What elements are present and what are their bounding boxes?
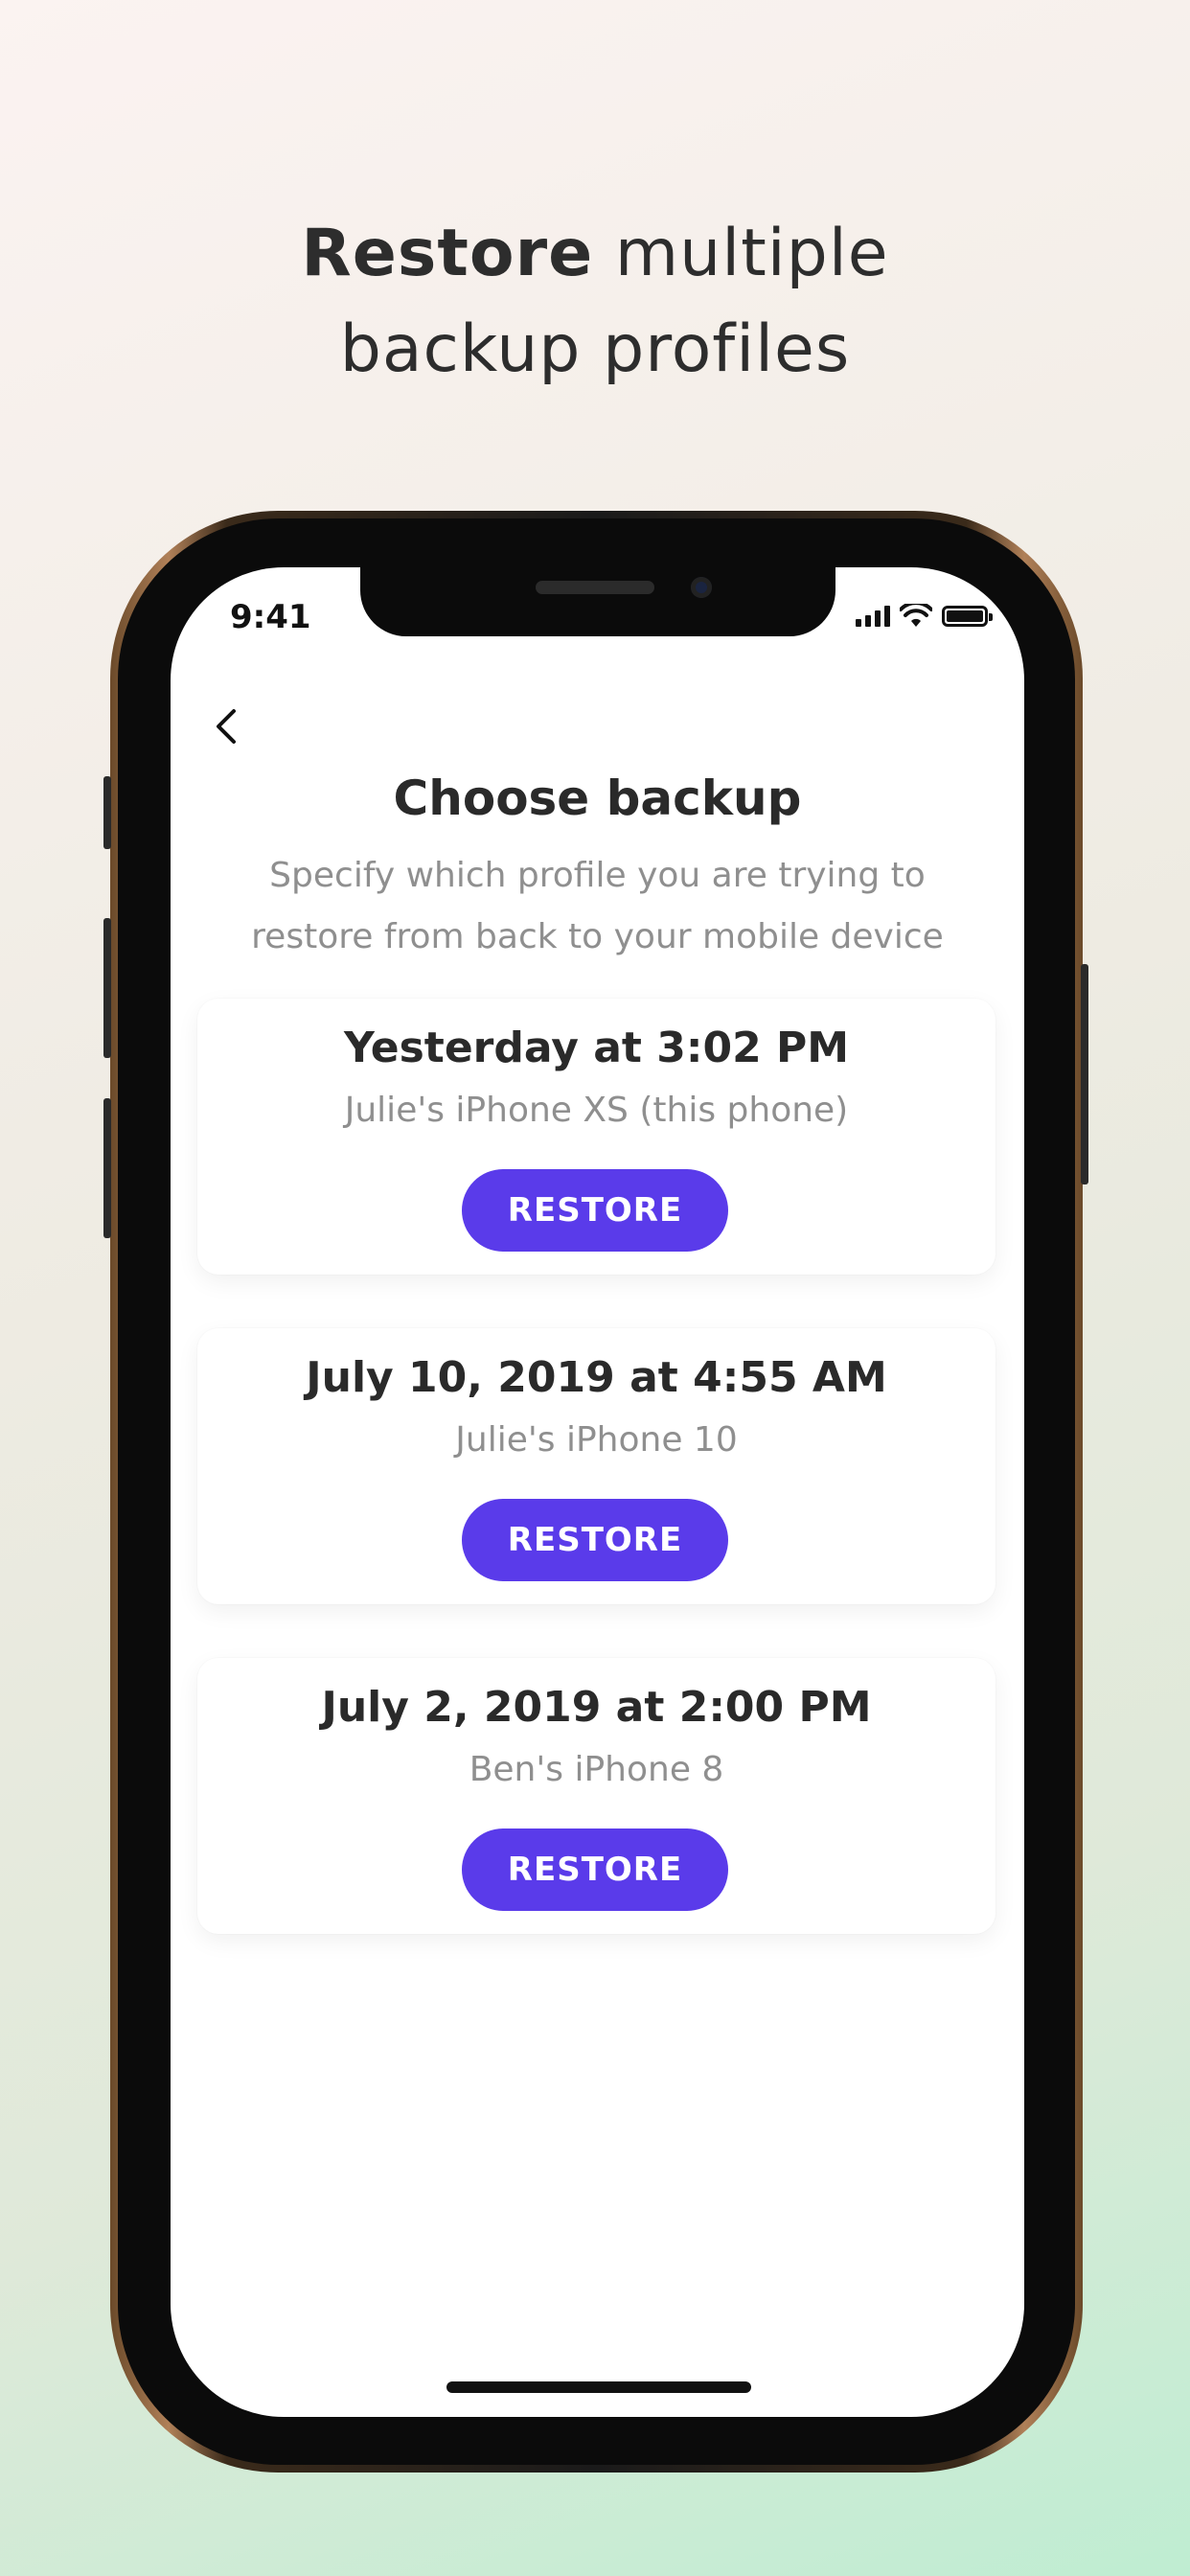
restore-button[interactable]: RESTORE (462, 1169, 728, 1252)
headline-bold: Restore (301, 216, 594, 291)
page-subtitle: Specify which profile you are trying to … (251, 856, 944, 956)
marketing-headline: Restore multiple backup profiles (0, 206, 1190, 398)
backup-card: Yesterday at 3:02 PM Julie's iPhone XS (… (197, 999, 995, 1275)
cellular-signal-icon (856, 606, 890, 627)
phone-screen: 9:41 Choose backup Specify which profile… (171, 567, 1024, 2417)
backup-device: Julie's iPhone XS (this phone) (344, 1091, 849, 1130)
home-indicator[interactable] (446, 2381, 751, 2393)
silent-switch (103, 776, 111, 849)
battery-icon (942, 606, 993, 627)
backup-date: July 2, 2019 at 2:00 PM (321, 1683, 872, 1732)
volume-up-button (103, 918, 111, 1058)
page-title: Choose backup (393, 770, 802, 826)
power-button (1081, 964, 1088, 1184)
backup-date: Yesterday at 3:02 PM (343, 1024, 850, 1072)
backup-device: Ben's iPhone 8 (469, 1750, 724, 1789)
restore-button[interactable]: RESTORE (462, 1499, 728, 1581)
restore-button[interactable]: RESTORE (462, 1828, 728, 1911)
status-time: 9:41 (230, 598, 311, 636)
notch (360, 567, 835, 636)
chevron-left-icon[interactable] (199, 698, 257, 755)
volume-down-button (103, 1098, 111, 1238)
headline-line2: backup profiles (339, 311, 851, 387)
backup-date: July 10, 2019 at 4:55 AM (306, 1353, 887, 1402)
wifi-icon (900, 604, 932, 627)
backup-card: July 2, 2019 at 2:00 PM Ben's iPhone 8 R… (197, 1658, 995, 1934)
speaker-grille (536, 581, 654, 594)
status-icons (856, 604, 993, 629)
backup-device: Julie's iPhone 10 (455, 1420, 738, 1460)
front-camera (691, 577, 712, 598)
backup-card: July 10, 2019 at 4:55 AM Julie's iPhone … (197, 1328, 995, 1604)
headline-line1-rest: multiple (593, 216, 889, 291)
